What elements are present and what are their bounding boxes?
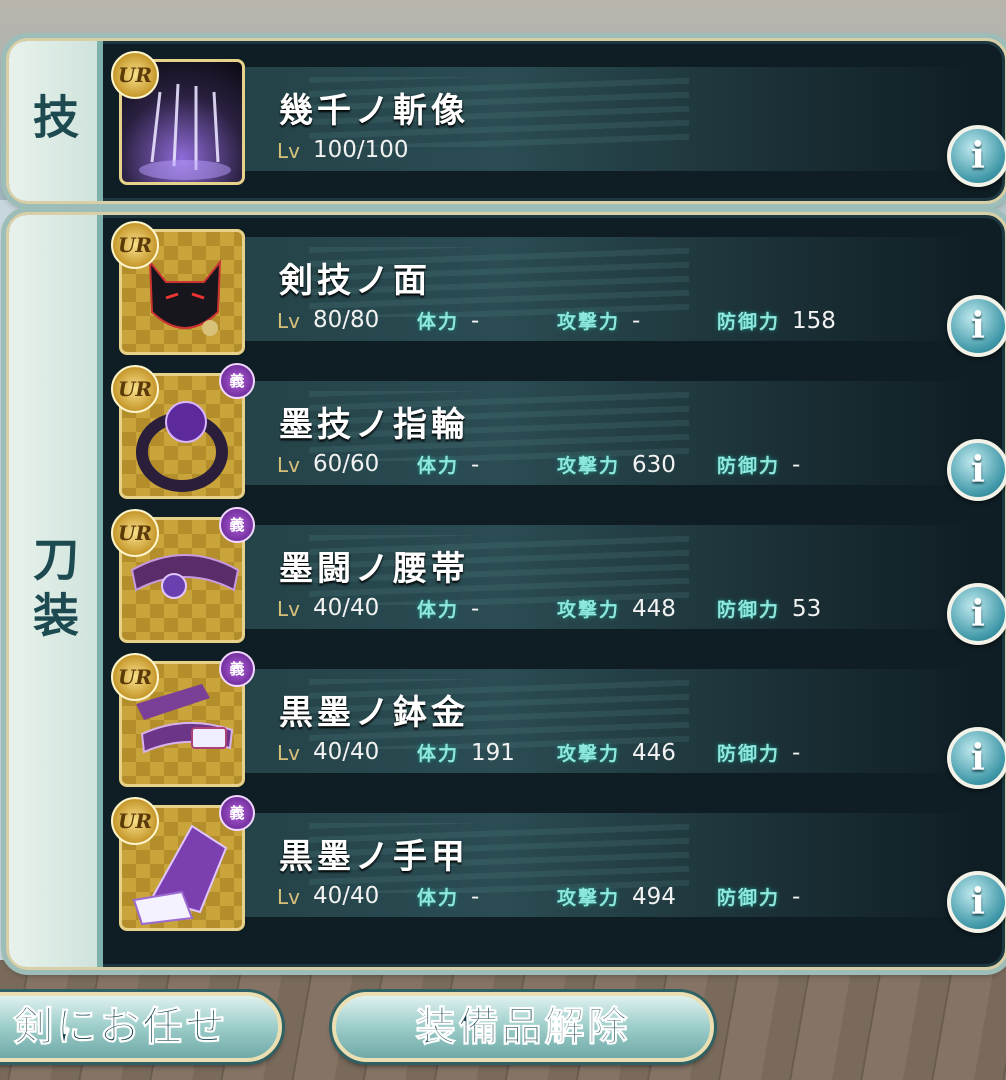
lv-value: 40/40 [313,595,380,621]
equipment-row[interactable]: UR 剣技ノ面 Lv 80/80 体力 - 攻撃力 - 防御力 158 i [99,221,1006,357]
equipment-name: 剣技ノ面 [279,261,431,301]
equipment-row[interactable]: UR 義 黒墨ノ鉢金 Lv 40/40 体力 191 攻撃力 446 防御力 - i [99,651,1006,789]
hp-stat: 体力 - [417,308,480,334]
equipment-stats: Lv 40/40 体力 - 攻撃力 448 防御力 53 [277,595,957,625]
rarity-badge: UR [111,509,159,557]
equipment-name: 墨闘ノ腰帯 [279,549,469,589]
atk-stat: 攻撃力 - [557,308,641,334]
info-icon[interactable]: i [947,583,1006,645]
lv-label: Lv [277,453,300,477]
attribute-badge: 義 [219,507,255,543]
skill-panel: 技 UR 幾千ノ斬像 Lv 100/100 i [6,38,1006,204]
lv-value: 60/60 [313,451,380,477]
def-stat: 防御力 - [717,740,801,766]
info-icon[interactable]: i [947,439,1006,501]
lv-label: Lv [277,741,300,765]
equipment-row[interactable]: UR 義 墨技ノ指輪 Lv 60/60 体力 - 攻撃力 630 防御力 - i [99,363,1006,501]
lv-label: Lv [277,139,300,163]
atk-stat: 攻撃力 630 [557,452,676,478]
skill-name: 幾千ノ斬像 [279,91,469,131]
equipment-tab: 刀装 [9,215,103,967]
def-stat: 防御力 - [717,884,801,910]
rarity-badge: UR [111,653,159,701]
atk-stat: 攻撃力 446 [557,740,676,766]
hp-stat: 体力 191 [417,740,515,766]
rarity-badge: UR [111,365,159,413]
skill-tab: 技 [9,41,103,201]
skill-tab-label: 技 [26,93,80,149]
hp-stat: 体力 - [417,884,480,910]
equipment-panel: 刀装 UR 剣技ノ面 Lv 80/80 体力- 攻撃力- 防御力158 i [6,212,1006,970]
lv-value: 40/40 [313,739,380,765]
unequip-all-button[interactable]: 装備品解除 [332,992,714,1062]
equipment-row[interactable]: UR 義 墨闘ノ腰帯 Lv 40/40 体力 - 攻撃力 448 防御力 53 i [99,507,1006,645]
equipment-stats: Lv 40/40 体力 - 攻撃力 494 防御力 - [277,883,957,913]
info-icon[interactable]: i [947,295,1006,357]
attribute-badge: 義 [219,651,255,687]
auto-equip-button[interactable]: 剣にお任せ [0,992,282,1062]
lv-label: Lv [277,597,300,621]
def-stat: 防御力 - [717,452,801,478]
def-stat: 防御力 158 [717,308,836,334]
equipment-name: 墨技ノ指輪 [279,405,469,445]
rarity-badge: UR [111,221,159,269]
lv-value: 40/40 [313,883,380,909]
equipment-tab-label: 刀装 [26,535,80,647]
info-icon[interactable]: i [947,727,1006,789]
lv-value: 80/80 [313,307,380,333]
lv-value: 100/100 [313,137,409,163]
atk-stat: 攻撃力 448 [557,596,676,622]
skill-row[interactable]: UR 幾千ノ斬像 Lv 100/100 i [99,51,1006,187]
equipment-name: 黒墨ノ鉢金 [279,693,469,733]
info-icon[interactable]: i [947,871,1006,933]
skill-stats: Lv 100/100 [277,137,957,167]
equipment-stats: Lv 40/40 体力 191 攻撃力 446 防御力 - [277,739,957,769]
equipment-stats: Lv 80/80 体力 - 攻撃力 - 防御力 158 [277,307,957,337]
attribute-badge: 義 [219,795,255,831]
atk-stat: 攻撃力 494 [557,884,676,910]
rarity-badge: UR [111,51,159,99]
equipment-stats: Lv 60/60 体力 - 攻撃力 630 防御力 - [277,451,957,481]
info-icon[interactable]: i [947,125,1006,187]
hp-stat: 体力 - [417,452,480,478]
rarity-badge: UR [111,797,159,845]
lv-label: Lv [277,309,300,333]
equipment-name: 黒墨ノ手甲 [279,837,469,877]
lv-label: Lv [277,885,300,909]
hp-stat: 体力 - [417,596,480,622]
equipment-row[interactable]: UR 義 黒墨ノ手甲 Lv 40/40 体力 - 攻撃力 494 防御力 - i [99,795,1006,933]
attribute-badge: 義 [219,363,255,399]
def-stat: 防御力 53 [717,596,822,622]
